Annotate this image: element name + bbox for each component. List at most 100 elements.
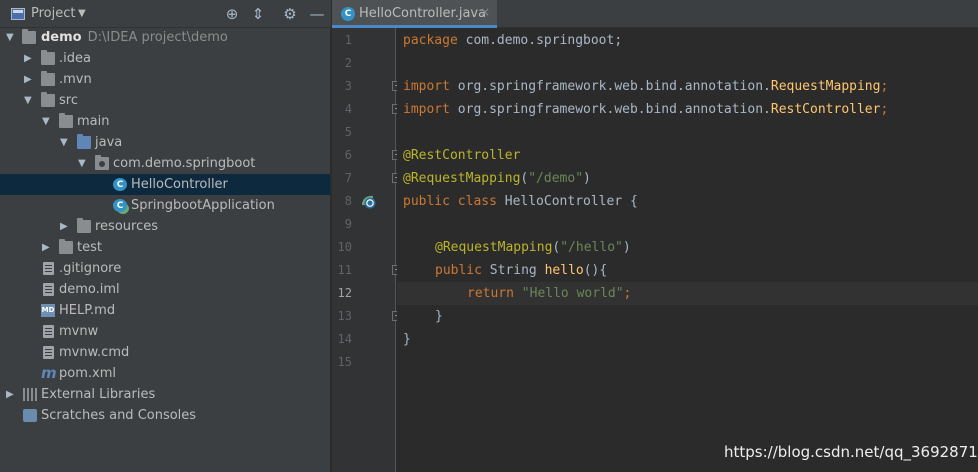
file-icon (43, 346, 54, 359)
chevron-down-icon[interactable]: ▼ (42, 111, 52, 132)
file-icon (43, 325, 54, 338)
editor-tab-bar: C HelloController.java × (332, 0, 978, 28)
collapse-all-icon[interactable]: ⇕ (248, 4, 268, 24)
tree-item-mvnw-cmd[interactable]: mvnw.cmd (0, 342, 330, 363)
line-number: 4 (344, 102, 352, 116)
folder-icon (41, 50, 55, 65)
code-line-3: import org.springframework.web.bind.anno… (403, 79, 889, 94)
code-line-11: public String hello(){ (435, 263, 608, 278)
tree-item-idea[interactable]: ▶ .idea (0, 48, 330, 69)
tree-item-mvnw[interactable]: mvnw (0, 321, 330, 342)
file-icon (43, 283, 54, 296)
chevron-down-icon[interactable]: ▼ (78, 8, 86, 19)
tree-item-label: demo.iml (59, 282, 120, 297)
line-number: 3 (344, 79, 352, 93)
folder-icon (41, 71, 55, 86)
code-line-7: @RequestMapping("/demo") (403, 171, 591, 186)
code-line-8: public class HelloController { (403, 194, 638, 209)
line-number: 8 (344, 194, 352, 208)
tree-item-label: External Libraries (41, 387, 156, 402)
line-number: 11 (337, 263, 352, 277)
code-line-1: package com.demo.springboot; (403, 33, 623, 48)
code-line-6: @RestController (403, 148, 521, 163)
tree-item-pom-xml[interactable]: m pom.xml (0, 363, 330, 384)
chevron-down-icon[interactable]: ▼ (60, 132, 70, 153)
code-line-13: } (435, 309, 443, 324)
class-icon: C (113, 178, 127, 191)
folder-icon (22, 29, 36, 44)
tree-item-label: SpringbootApplication (131, 198, 275, 213)
folder-icon (59, 239, 73, 254)
maven-icon: m (41, 364, 57, 382)
line-number: 10 (337, 240, 352, 254)
chevron-down-icon[interactable]: ▼ (6, 27, 16, 48)
tree-item-help-md[interactable]: MD HELP.md (0, 300, 330, 321)
watermark: https://blog.csdn.net/qq_36928715 (724, 443, 978, 461)
editor-gutter[interactable]: 1 2 3 4 6 5 7 8 9 10 11 12 13 14 15 (332, 28, 402, 472)
tree-item-test[interactable]: ▶ test (0, 237, 330, 258)
line-number: 6 (344, 148, 352, 162)
project-path: D:\IDEA project\demo (87, 30, 228, 45)
tree-item-demo[interactable]: ▼ demo D:\IDEA project\demo (0, 27, 330, 48)
tree-item-label: .gitignore (59, 261, 122, 276)
tree-item-label: HelloController (131, 177, 228, 192)
tree-item-label: .idea (59, 51, 91, 66)
line-number-current: 12 (337, 286, 352, 300)
tree-item-label: java (95, 135, 123, 150)
code-editor[interactable]: package com.demo.springboot; import org.… (397, 28, 978, 472)
resources-folder-icon (77, 218, 91, 233)
line-number: 13 (337, 309, 352, 323)
tab-hellocontroller-java[interactable]: C HelloController.java × (332, 0, 497, 28)
tree-item-hellocontroller[interactable]: C HelloController (0, 174, 330, 195)
chevron-down-icon[interactable]: ▼ (78, 153, 88, 174)
tree-item-mvn[interactable]: ▶ .mvn (0, 69, 330, 90)
chevron-right-icon[interactable]: ▶ (24, 69, 34, 90)
tree-item-label: Scratches and Consoles (41, 408, 197, 423)
tree-item-label: pom.xml (59, 366, 116, 381)
tree-item-external-libraries[interactable]: ▶ External Libraries (0, 384, 330, 405)
minimize-icon[interactable]: — (307, 4, 327, 24)
tree-item-label: com.demo.springboot (113, 156, 256, 171)
chevron-down-icon[interactable]: ▼ (24, 90, 34, 111)
tree-item-scratches[interactable]: Scratches and Consoles (0, 405, 330, 426)
tree-item-label: resources (95, 219, 159, 234)
project-view-selector[interactable]: Project (31, 6, 75, 21)
project-panel-header: Project ▼ ⊕ ⇕ ⚙ — (0, 0, 331, 28)
project-panel: Project ▼ ⊕ ⇕ ⚙ — ▼ demo D:\IDEA project\… (0, 0, 331, 472)
line-number: 14 (337, 332, 352, 346)
markdown-icon: MD (41, 304, 55, 317)
tree-item-src[interactable]: ▼ src (0, 90, 330, 111)
tree-item-label: HELP.md (59, 303, 116, 318)
chevron-right-icon[interactable]: ▶ (24, 48, 34, 69)
folder-icon (41, 92, 55, 107)
tree-item-gitignore[interactable]: .gitignore (0, 258, 330, 279)
project-window-icon (11, 8, 25, 20)
locate-icon[interactable]: ⊕ (222, 4, 242, 24)
spring-bean-run-icon[interactable] (360, 193, 376, 209)
line-number: 15 (337, 355, 352, 369)
tree-item-main[interactable]: ▼ main (0, 111, 330, 132)
tree-item-label: mvnw.cmd (59, 345, 130, 360)
tree-item-label: mvnw (59, 324, 99, 339)
chevron-right-icon[interactable]: ▶ (42, 237, 52, 258)
line-number: 1 (344, 33, 352, 47)
code-line-14: } (403, 332, 411, 347)
tree-item-resources[interactable]: ▶ resources (0, 216, 330, 237)
tree-item-demo-iml[interactable]: demo.iml (0, 279, 330, 300)
code-line-4: import org.springframework.web.bind.anno… (403, 102, 889, 117)
tree-item-label: demo (41, 30, 82, 45)
scratch-icon (23, 409, 37, 422)
file-icon (43, 262, 54, 275)
tree-item-package[interactable]: ▼ com.demo.springboot (0, 153, 330, 174)
gear-icon[interactable]: ⚙ (280, 4, 300, 24)
tree-item-java[interactable]: ▼ java (0, 132, 330, 153)
chevron-right-icon[interactable]: ▶ (60, 216, 70, 237)
tree-item-springbootapplication[interactable]: C SpringbootApplication (0, 195, 330, 216)
tab-label: HelloController.java (359, 6, 487, 21)
chevron-right-icon[interactable]: ▶ (6, 384, 16, 405)
code-line-12: return "Hello world"; (467, 286, 632, 301)
package-icon (95, 155, 109, 170)
close-icon[interactable]: × (480, 5, 490, 19)
line-number: 2 (344, 56, 352, 70)
folder-icon (59, 113, 73, 128)
